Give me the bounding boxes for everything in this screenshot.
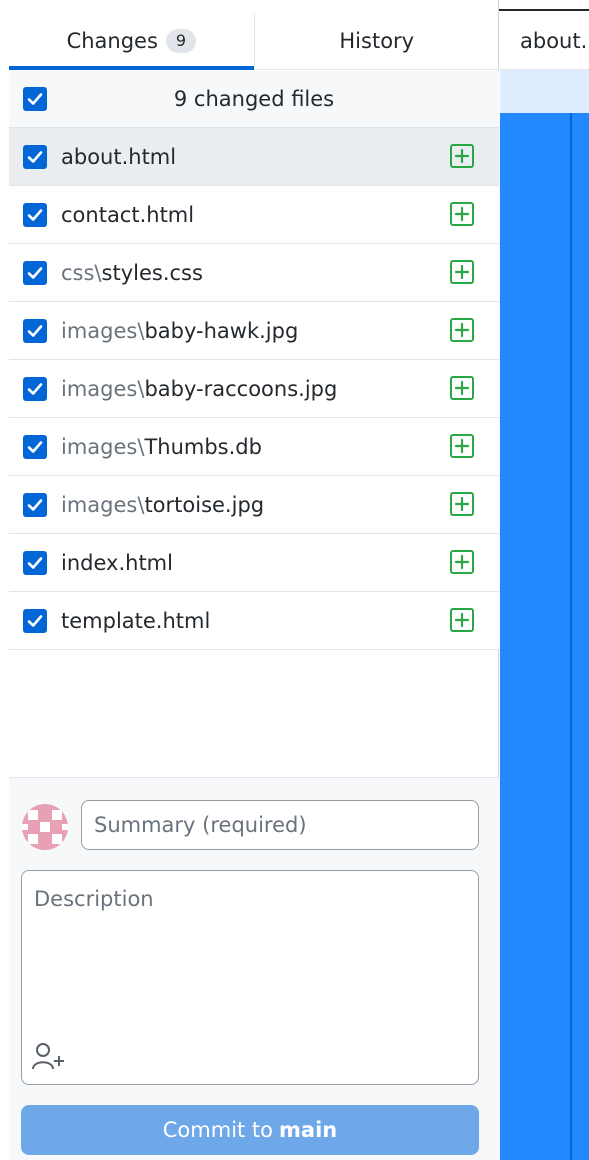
file-added-icon [450, 260, 474, 284]
plus-icon [454, 496, 470, 512]
checkmark-icon [27, 209, 43, 221]
commit-panel: Commit tomain [9, 777, 499, 1160]
file-row[interactable]: index.html [9, 534, 499, 592]
file-name: tortoise.jpg [144, 492, 265, 517]
file-added-icon [450, 202, 474, 226]
sidebar-tabs: Changes 9 History [9, 13, 499, 70]
file-path: about.html [61, 145, 176, 169]
avatar-identicon [22, 804, 68, 850]
checkmark-icon [27, 267, 43, 279]
file-row[interactable]: images\tortoise.jpg [9, 476, 499, 534]
checkmark-icon [27, 383, 43, 395]
file-path: images\baby-raccoons.jpg [61, 377, 337, 401]
file-include-checkbox[interactable] [23, 319, 47, 343]
file-path: index.html [61, 551, 173, 575]
file-include-checkbox[interactable] [23, 261, 47, 285]
file-name: index.html [61, 550, 173, 575]
file-added-icon [450, 550, 474, 574]
file-added-icon [450, 608, 474, 632]
add-coauthor-button[interactable] [32, 1039, 72, 1073]
tab-history-label: History [339, 29, 415, 53]
file-added-icon [450, 492, 474, 516]
user-avatar [22, 804, 68, 850]
add-coauthor-icon [32, 1043, 64, 1070]
file-name: contact.html [61, 202, 195, 227]
file-include-checkbox[interactable] [23, 609, 47, 633]
commit-button[interactable]: Commit to main [21, 1105, 479, 1155]
file-added-icon [450, 376, 474, 400]
file-name: template.html [61, 608, 211, 633]
tab-changes[interactable]: Changes 9 [9, 13, 254, 70]
file-directory: images\ [61, 492, 145, 517]
diff-pane: about.html [500, 13, 589, 1160]
file-include-checkbox[interactable] [23, 435, 47, 459]
file-row[interactable]: css\styles.css [9, 244, 499, 302]
file-name: baby-hawk.jpg [144, 318, 299, 343]
file-added-icon [450, 318, 474, 342]
file-row[interactable]: images\Thumbs.db [9, 418, 499, 476]
file-directory: css\ [61, 260, 102, 285]
file-path: css\styles.css [61, 261, 203, 285]
file-directory: images\ [61, 434, 145, 459]
file-row[interactable]: images\baby-raccoons.jpg [9, 360, 499, 418]
diff-gutter-divider [570, 113, 572, 1160]
commit-button-prefix: Commit to [162, 1118, 274, 1142]
file-name: styles.css [101, 260, 203, 285]
changed-files-count: 9 changed files [173, 87, 335, 111]
commit-summary-input[interactable] [81, 800, 479, 850]
file-name: baby-raccoons.jpg [144, 376, 338, 401]
diff-file-header: about.html [500, 13, 589, 70]
plus-icon [454, 148, 470, 164]
file-include-checkbox[interactable] [23, 551, 47, 575]
plus-icon [454, 438, 470, 454]
changes-sidebar: Changes 9 History 9 changed files about.… [0, 0, 499, 1160]
file-path: images\tortoise.jpg [61, 493, 264, 517]
file-name: about.html [61, 144, 177, 169]
plus-icon [454, 380, 470, 396]
commit-description-box [21, 870, 479, 1085]
diff-file-name: about.html [520, 29, 589, 53]
file-added-icon [450, 434, 474, 458]
file-directory: images\ [61, 376, 145, 401]
plus-icon [454, 206, 470, 222]
plus-icon [454, 322, 470, 338]
checkmark-icon [27, 151, 43, 163]
checkmark-icon [27, 325, 43, 337]
checkmark-icon [27, 441, 43, 453]
file-row[interactable]: template.html [9, 592, 499, 650]
changed-files-list: about.html contact.html css\styles.css imag… [9, 128, 499, 650]
tab-changes-label: Changes [66, 29, 158, 53]
plus-icon [454, 612, 470, 628]
changes-count-badge: 9 [165, 29, 196, 53]
file-path: contact.html [61, 203, 194, 227]
plus-icon [454, 264, 470, 280]
tab-history[interactable]: History [253, 13, 500, 69]
file-include-checkbox[interactable] [23, 377, 47, 401]
file-path: images\baby-hawk.jpg [61, 319, 298, 343]
plus-icon [454, 554, 470, 570]
changed-files-header: 9 changed files [9, 71, 499, 128]
file-row[interactable]: images\baby-hawk.jpg [9, 302, 499, 360]
commit-description-input[interactable] [22, 871, 478, 1021]
file-include-checkbox[interactable] [23, 493, 47, 517]
file-directory: images\ [61, 318, 145, 343]
file-include-checkbox[interactable] [23, 203, 47, 227]
file-path: images\Thumbs.db [61, 435, 262, 459]
checkmark-icon [27, 615, 43, 627]
checkmark-icon [27, 499, 43, 511]
file-row[interactable]: about.html [9, 128, 499, 186]
file-name: Thumbs.db [144, 434, 262, 459]
file-include-checkbox[interactable] [23, 145, 47, 169]
commit-branch-name: main [279, 1118, 338, 1142]
checkmark-icon [27, 557, 43, 569]
diff-hunk-header [500, 70, 589, 113]
file-path: template.html [61, 609, 210, 633]
file-added-icon [450, 144, 474, 168]
file-row[interactable]: contact.html [9, 186, 499, 244]
